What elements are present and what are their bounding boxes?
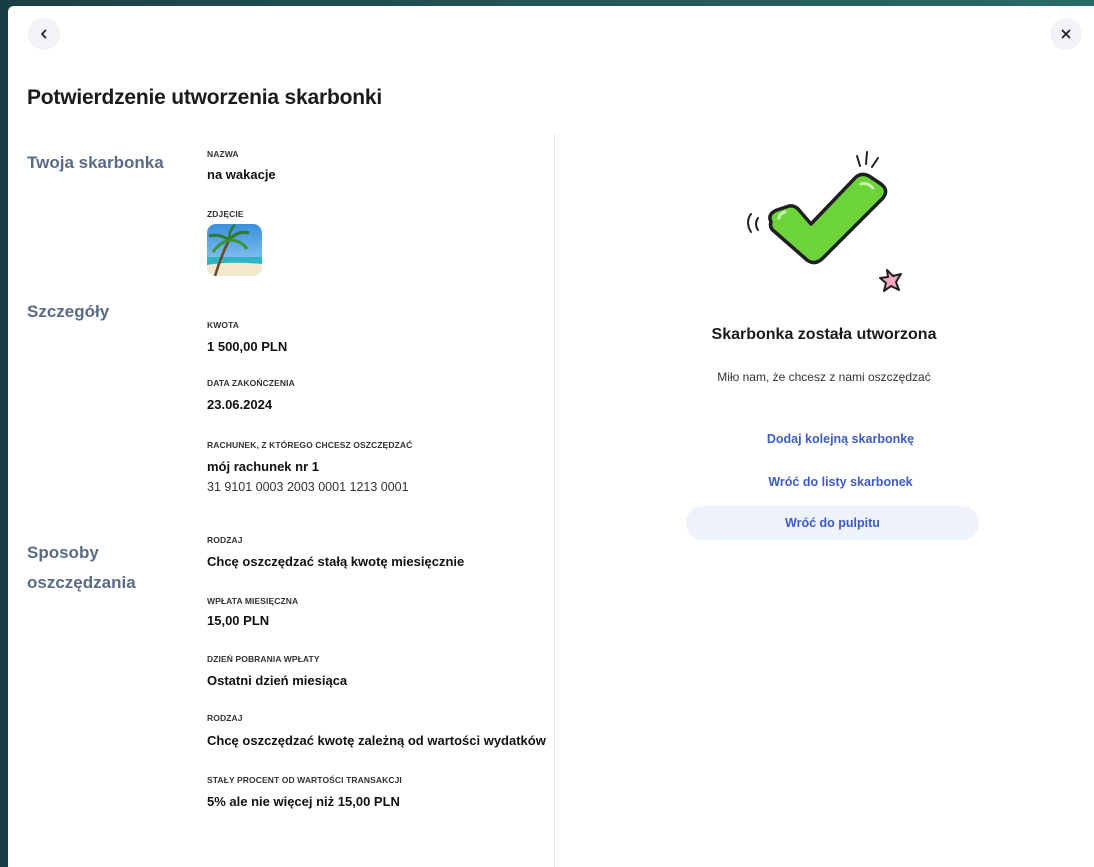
piggy-bank-photo	[207, 224, 262, 276]
account-number: 31 9101 0003 2003 0001 1213 0001	[207, 480, 409, 494]
back-to-dashboard-button[interactable]: Wróć do pulpitu	[686, 506, 979, 540]
name-value: na wakacje	[207, 167, 276, 182]
monthly-payment-value: 15,00 PLN	[207, 613, 270, 628]
checkmark-icon	[747, 151, 902, 292]
page-title: Potwierdzenie utworzenia skarbonki	[27, 86, 382, 109]
column-divider	[554, 134, 555, 867]
saving-type-2-label: RODZAJ	[207, 713, 243, 723]
close-button[interactable]	[1050, 18, 1082, 50]
amount-value: 1 500,00 PLN	[207, 339, 288, 354]
section-title-saving-methods: Sposoby oszczędzania	[27, 538, 136, 598]
chevron-left-icon	[41, 29, 47, 39]
success-subtitle: Miło nam, że chcesz z nami oszczędzać	[717, 370, 931, 384]
palm-beach-photo-icon	[207, 224, 262, 276]
photo-label: ZDJĘCIE	[207, 209, 244, 219]
account-label: RACHUNEK, Z KTÓREGO CHCESZ OSZCZĘDZAĆ	[207, 440, 413, 450]
collection-day-label: DZIEŃ POBRANIA WPŁATY	[207, 654, 320, 664]
section-title-piggy-bank: Twoja skarbonka	[27, 153, 164, 172]
confirmation-panel: Potwierdzenie utworzenia skarbonki Twoja…	[8, 6, 1094, 867]
success-title: Skarbonka została utworzona	[711, 326, 937, 343]
section-title-line1: Sposoby	[27, 543, 99, 562]
section-title-details: Szczegóły	[27, 302, 110, 321]
account-name: mój rachunek nr 1	[207, 459, 319, 474]
monthly-payment-label: WPŁATA MIESIĘCZNA	[207, 596, 299, 606]
name-label: NAZWA	[207, 149, 239, 159]
back-button[interactable]	[28, 18, 60, 50]
saving-type-value: Chcę oszczędzać stałą kwotę miesięcznie	[207, 554, 465, 569]
add-another-piggy-bank-link[interactable]: Dodaj kolejną skarbonkę	[718, 430, 963, 448]
end-date-value: 23.06.2024	[207, 397, 273, 412]
window-left-border	[0, 0, 8, 867]
percent-label: STAŁY PROCENT OD WARTOŚCI TRANSAKCJI	[207, 775, 402, 785]
section-title-line2: oszczędzania	[27, 573, 136, 592]
success-illustration	[731, 144, 911, 294]
saving-type-2-value: Chcę oszczędzać kwotę zależną od wartośc…	[207, 733, 546, 748]
percent-value: 5% ale nie więcej niż 15,00 PLN	[207, 794, 400, 809]
end-date-label: DATA ZAKOŃCZENIA	[207, 378, 295, 388]
collection-day-value: Ostatni dzień miesiąca	[207, 673, 348, 688]
back-to-list-link[interactable]: Wróć do listy skarbonek	[718, 473, 963, 491]
amount-label: KWOTA	[207, 320, 239, 330]
saving-type-label: RODZAJ	[207, 535, 243, 545]
close-icon	[1061, 29, 1071, 39]
